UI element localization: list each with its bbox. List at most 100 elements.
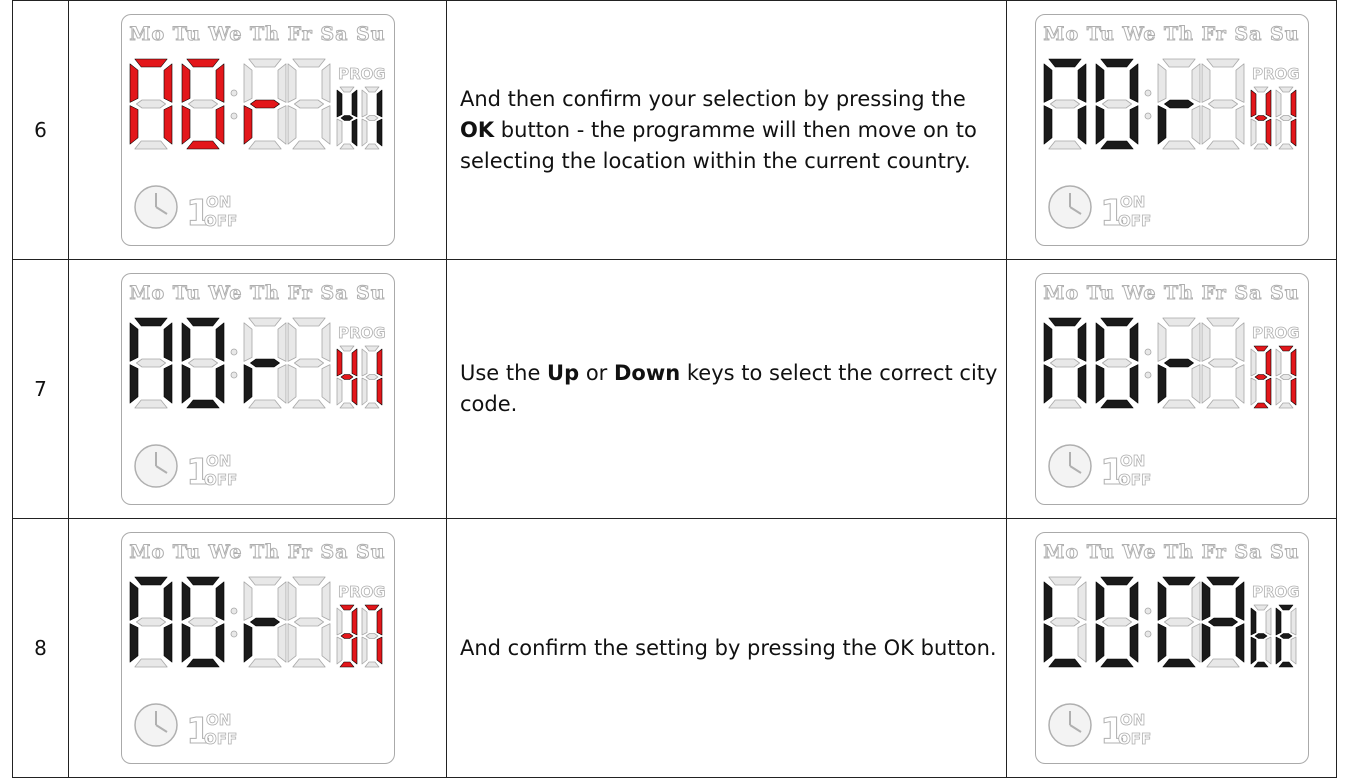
svg-text:ON: ON	[206, 452, 231, 470]
svg-text:ON: ON	[1120, 711, 1145, 729]
key-name: Down	[613, 361, 681, 385]
lcd-segments: PROG 1ONOFF	[129, 576, 386, 753]
prog-label: PROG	[338, 583, 386, 601]
instruction-text: Use the	[460, 361, 548, 385]
lcd-digit	[181, 58, 224, 150]
on-off-icon: 1ONOFF	[1099, 452, 1151, 494]
clock-icon	[1047, 185, 1092, 229]
step-row: 8 Mo Tu We Th Fr Sa Su PROG 1 ON OFF And confi…	[12, 518, 1337, 778]
step-row: 6 Mo Tu We Th Fr Sa Su PROG 1 ON OFF And then …	[12, 0, 1337, 260]
lcd-digit	[129, 317, 172, 409]
lcd-digit	[336, 345, 357, 409]
on-off-icon: 1ONOFF	[1099, 193, 1151, 235]
prog-label: PROG	[338, 65, 386, 83]
prog-label: PROG	[338, 324, 386, 342]
lcd-digit	[1275, 604, 1296, 668]
svg-text:OFF: OFF	[204, 212, 237, 230]
lcd-digit	[129, 576, 172, 668]
step-row: 7 Mo Tu We Th Fr Sa Su PROG 1 ON OFF Use the U…	[12, 259, 1337, 519]
key-name: OK	[460, 117, 495, 142]
prog-label: PROG	[1252, 65, 1300, 83]
lcd-screen: Mo Tu We Th Fr Sa Su PROG 1 ON OFF	[1034, 532, 1309, 764]
on-off-icon: 1ONOFF	[185, 452, 237, 494]
svg-text:ON: ON	[1120, 193, 1145, 211]
lcd-digit	[1250, 604, 1271, 668]
display-after: Mo Tu We Th Fr Sa Su PROG 1 ON OFF	[1006, 0, 1337, 260]
instruction-text: And confirm the setting by pressing the …	[460, 635, 997, 660]
lcd-digit	[1250, 345, 1271, 409]
clock-icon	[133, 703, 178, 747]
display-before: Mo Tu We Th Fr Sa Su PROG 1 ON OFF	[68, 259, 447, 519]
lcd-digit	[361, 345, 382, 409]
lcd-segments: PROG 1ONOFF	[1043, 58, 1300, 235]
lcd-screen: Mo Tu We Th Fr Sa Su PROG 1 ON OFF	[120, 14, 395, 246]
instruction-text: or	[579, 361, 614, 385]
instruction-table: 6 Mo Tu We Th Fr Sa Su PROG 1 ON OFF And then …	[12, 0, 1337, 778]
lcd-digit	[129, 58, 172, 150]
lcd-segments: PROG 1ONOFF	[129, 317, 386, 494]
lcd-digit	[181, 576, 224, 668]
on-off-icon: 1ONOFF	[185, 193, 237, 235]
lcd-digit	[1250, 86, 1271, 150]
svg-text:OFF: OFF	[204, 730, 237, 748]
svg-text:OFF: OFF	[1118, 471, 1151, 489]
instruction-text: And then confirm your selection by press…	[460, 86, 966, 111]
lcd-digit	[1157, 58, 1200, 150]
lcd-digit	[1043, 576, 1086, 668]
lcd-digit	[361, 86, 382, 150]
lcd-digit	[1201, 58, 1244, 150]
lcd-digit	[1275, 345, 1296, 409]
display-after: Mo Tu We Th Fr Sa Su PROG 1 ON OFF	[1006, 259, 1337, 519]
step-number: 7	[12, 259, 69, 519]
lcd-segments: PROG 1ONOFF	[1043, 576, 1300, 753]
step-number: 8	[12, 518, 69, 778]
step-instruction: Use the Up or Down keys to select the co…	[446, 259, 1007, 519]
lcd-screen: Mo Tu We Th Fr Sa Su PROG 1 ON OFF	[1034, 273, 1309, 505]
lcd-digit	[1201, 576, 1244, 668]
lcd-digit	[361, 604, 382, 668]
lcd-digit	[287, 58, 330, 150]
lcd-digit	[1043, 58, 1086, 150]
svg-text:OFF: OFF	[1118, 730, 1151, 748]
prog-label: PROG	[1252, 583, 1300, 601]
lcd-segments: PROG 1ONOFF	[129, 58, 386, 235]
svg-text:ON: ON	[1120, 452, 1145, 470]
clock-icon	[133, 444, 178, 488]
prog-label: PROG	[1252, 324, 1300, 342]
lcd-digit	[336, 604, 357, 668]
key-name: Up	[547, 361, 580, 385]
clock-icon	[133, 185, 178, 229]
lcd-digit	[287, 317, 330, 409]
display-after: Mo Tu We Th Fr Sa Su PROG 1 ON OFF	[1006, 518, 1337, 778]
svg-text:ON: ON	[206, 193, 231, 211]
lcd-digit	[1201, 317, 1244, 409]
lcd-digit	[1095, 576, 1138, 668]
lcd-digit	[1275, 86, 1296, 150]
display-before: Mo Tu We Th Fr Sa Su PROG 1 ON OFF	[68, 518, 447, 778]
on-off-icon: 1ONOFF	[185, 711, 237, 753]
lcd-digit	[243, 58, 286, 150]
lcd-digit	[336, 86, 357, 150]
lcd-digit	[243, 317, 286, 409]
lcd-digit	[1095, 317, 1138, 409]
step-instruction: And then confirm your selection by press…	[446, 0, 1007, 260]
display-before: Mo Tu We Th Fr Sa Su PROG 1 ON OFF	[68, 0, 447, 260]
instruction-text: button - the programme will then move on…	[460, 117, 977, 173]
lcd-digit	[1043, 317, 1086, 409]
lcd-digit	[243, 576, 286, 668]
step-instruction: And confirm the setting by pressing the …	[446, 518, 1007, 778]
step-number: 6	[12, 0, 69, 260]
lcd-screen: Mo Tu We Th Fr Sa Su PROG 1 ON OFF	[120, 532, 395, 764]
svg-text:ON: ON	[206, 711, 231, 729]
svg-text:OFF: OFF	[204, 471, 237, 489]
lcd-screen: Mo Tu We Th Fr Sa Su PROG 1 ON OFF	[1034, 14, 1309, 246]
lcd-digit	[287, 576, 330, 668]
lcd-digit	[1157, 317, 1200, 409]
svg-text:OFF: OFF	[1118, 212, 1151, 230]
lcd-screen: Mo Tu We Th Fr Sa Su PROG 1 ON OFF	[120, 273, 395, 505]
clock-icon	[1047, 703, 1092, 747]
clock-icon	[1047, 444, 1092, 488]
lcd-digit	[181, 317, 224, 409]
lcd-digit	[1095, 58, 1138, 150]
lcd-digit	[1157, 576, 1200, 668]
